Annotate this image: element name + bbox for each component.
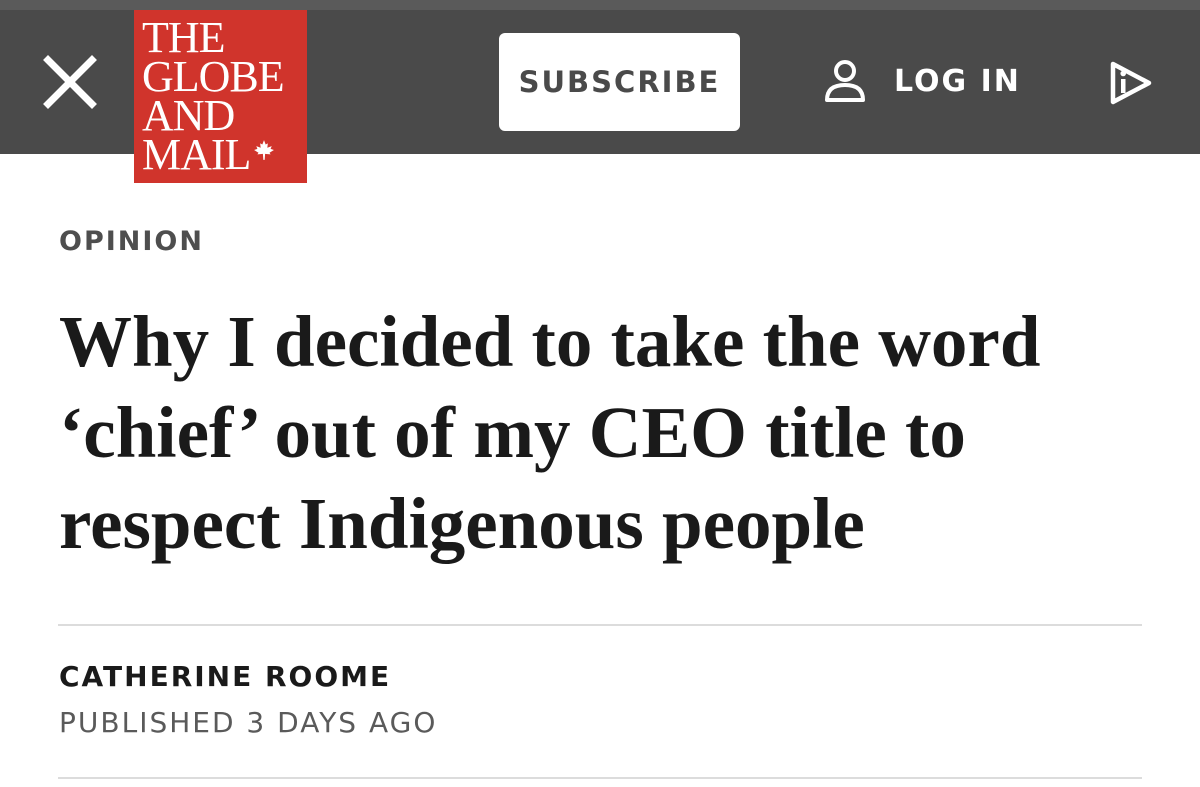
promo-button[interactable] [1108,60,1154,106]
top-navigation-bar: THE GLOBE AND MAIL SUBSCRIBE LOG IN [0,0,1200,183]
section-label[interactable]: OPINION [59,226,204,257]
logo-line-4: MAIL [142,130,251,179]
user-icon [825,60,865,102]
log-in-label: LOG IN [894,63,1021,99]
globe-and-mail-logo[interactable]: THE GLOBE AND MAIL [134,10,307,183]
play-info-icon [1110,61,1152,105]
author-name[interactable]: CATHERINE ROOME [59,660,391,693]
subscribe-button[interactable]: SUBSCRIBE [499,33,740,131]
byline-divider-top [58,624,1142,626]
article-headline: Why I decided to take the word ‘chief’ o… [59,301,1041,564]
log-in-button[interactable]: LOG IN [822,56,1021,106]
close-button[interactable] [38,50,102,114]
maple-leaf-icon [254,140,275,160]
byline-divider-bottom [58,777,1142,779]
status-strip [0,0,1200,10]
close-icon [43,55,97,109]
logo-line-4-wrap: MAIL [142,133,307,177]
published-date: PUBLISHED 3 DAYS AGO [59,706,438,739]
